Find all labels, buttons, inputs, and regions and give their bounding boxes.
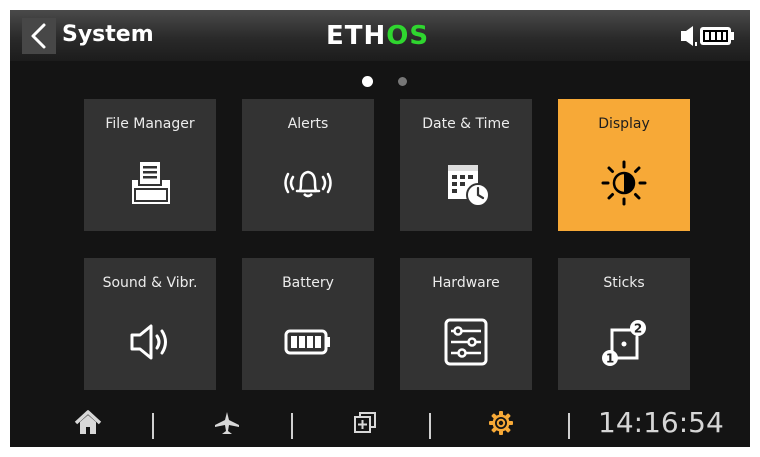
back-button[interactable] xyxy=(22,18,56,54)
page-title: System xyxy=(62,22,154,47)
tile-label: Sound & Vibr. xyxy=(102,275,198,291)
sticks-icon: 2 1 xyxy=(602,320,646,366)
radio-screen: System ETHOS File Manager Alerts Date & … xyxy=(10,10,750,447)
clock: 14:16:54 xyxy=(598,406,724,439)
svg-text:2: 2 xyxy=(634,322,642,336)
date-time-tile[interactable]: Date & Time xyxy=(400,99,532,231)
hardware-tile[interactable]: Hardware xyxy=(400,258,532,390)
gear-icon xyxy=(489,411,513,435)
page-dot-1[interactable] xyxy=(362,76,373,87)
system-button[interactable] xyxy=(486,408,516,438)
logo-prefix: ETH xyxy=(326,21,387,51)
airplane-icon xyxy=(215,412,239,434)
footer-divider xyxy=(568,413,570,439)
speaker-icon xyxy=(130,324,167,360)
display-tile[interactable]: Display xyxy=(558,99,690,231)
tile-label: Alerts xyxy=(287,116,329,132)
brightness-icon xyxy=(601,160,647,206)
svg-text:1: 1 xyxy=(606,352,614,366)
tile-label: Battery xyxy=(282,275,334,291)
tile-label: Sticks xyxy=(603,275,645,291)
battery-icon xyxy=(284,329,330,355)
tile-label: Display xyxy=(598,116,650,132)
home-button[interactable] xyxy=(73,408,103,438)
file-manager-tile[interactable]: File Manager xyxy=(84,99,216,231)
calendar-clock-icon xyxy=(448,165,490,207)
status-icons xyxy=(680,24,736,52)
home-icon xyxy=(74,410,102,434)
header-bar: System ETHOS xyxy=(10,10,750,61)
file-manager-icon xyxy=(132,160,170,204)
sliders-icon xyxy=(444,318,488,366)
page-dot-2[interactable] xyxy=(398,77,407,86)
tile-label: Date & Time xyxy=(422,116,510,132)
chevron-left-icon xyxy=(31,23,46,49)
model-button[interactable] xyxy=(212,408,242,438)
ethos-logo: ETHOS xyxy=(326,22,429,50)
battery-icon xyxy=(700,27,734,45)
tile-label: File Manager xyxy=(105,116,195,132)
sound-vibration-tile[interactable]: Sound & Vibr. xyxy=(84,258,216,390)
footer-divider xyxy=(429,413,431,439)
alerts-tile[interactable]: Alerts xyxy=(242,99,374,231)
widgets-icon xyxy=(354,412,376,433)
footer-bar: 14:16:54 xyxy=(10,398,750,447)
footer-divider xyxy=(152,413,154,439)
widgets-button[interactable] xyxy=(350,408,380,438)
footer-divider xyxy=(291,413,293,439)
bell-ringing-icon xyxy=(284,170,332,198)
sticks-tile[interactable]: Sticks 2 1 xyxy=(558,258,690,390)
speaker-icon xyxy=(681,26,697,46)
tile-label: Hardware xyxy=(432,275,500,291)
logo-suffix: OS xyxy=(386,21,430,51)
battery-tile[interactable]: Battery xyxy=(242,258,374,390)
page-indicator xyxy=(10,76,750,88)
